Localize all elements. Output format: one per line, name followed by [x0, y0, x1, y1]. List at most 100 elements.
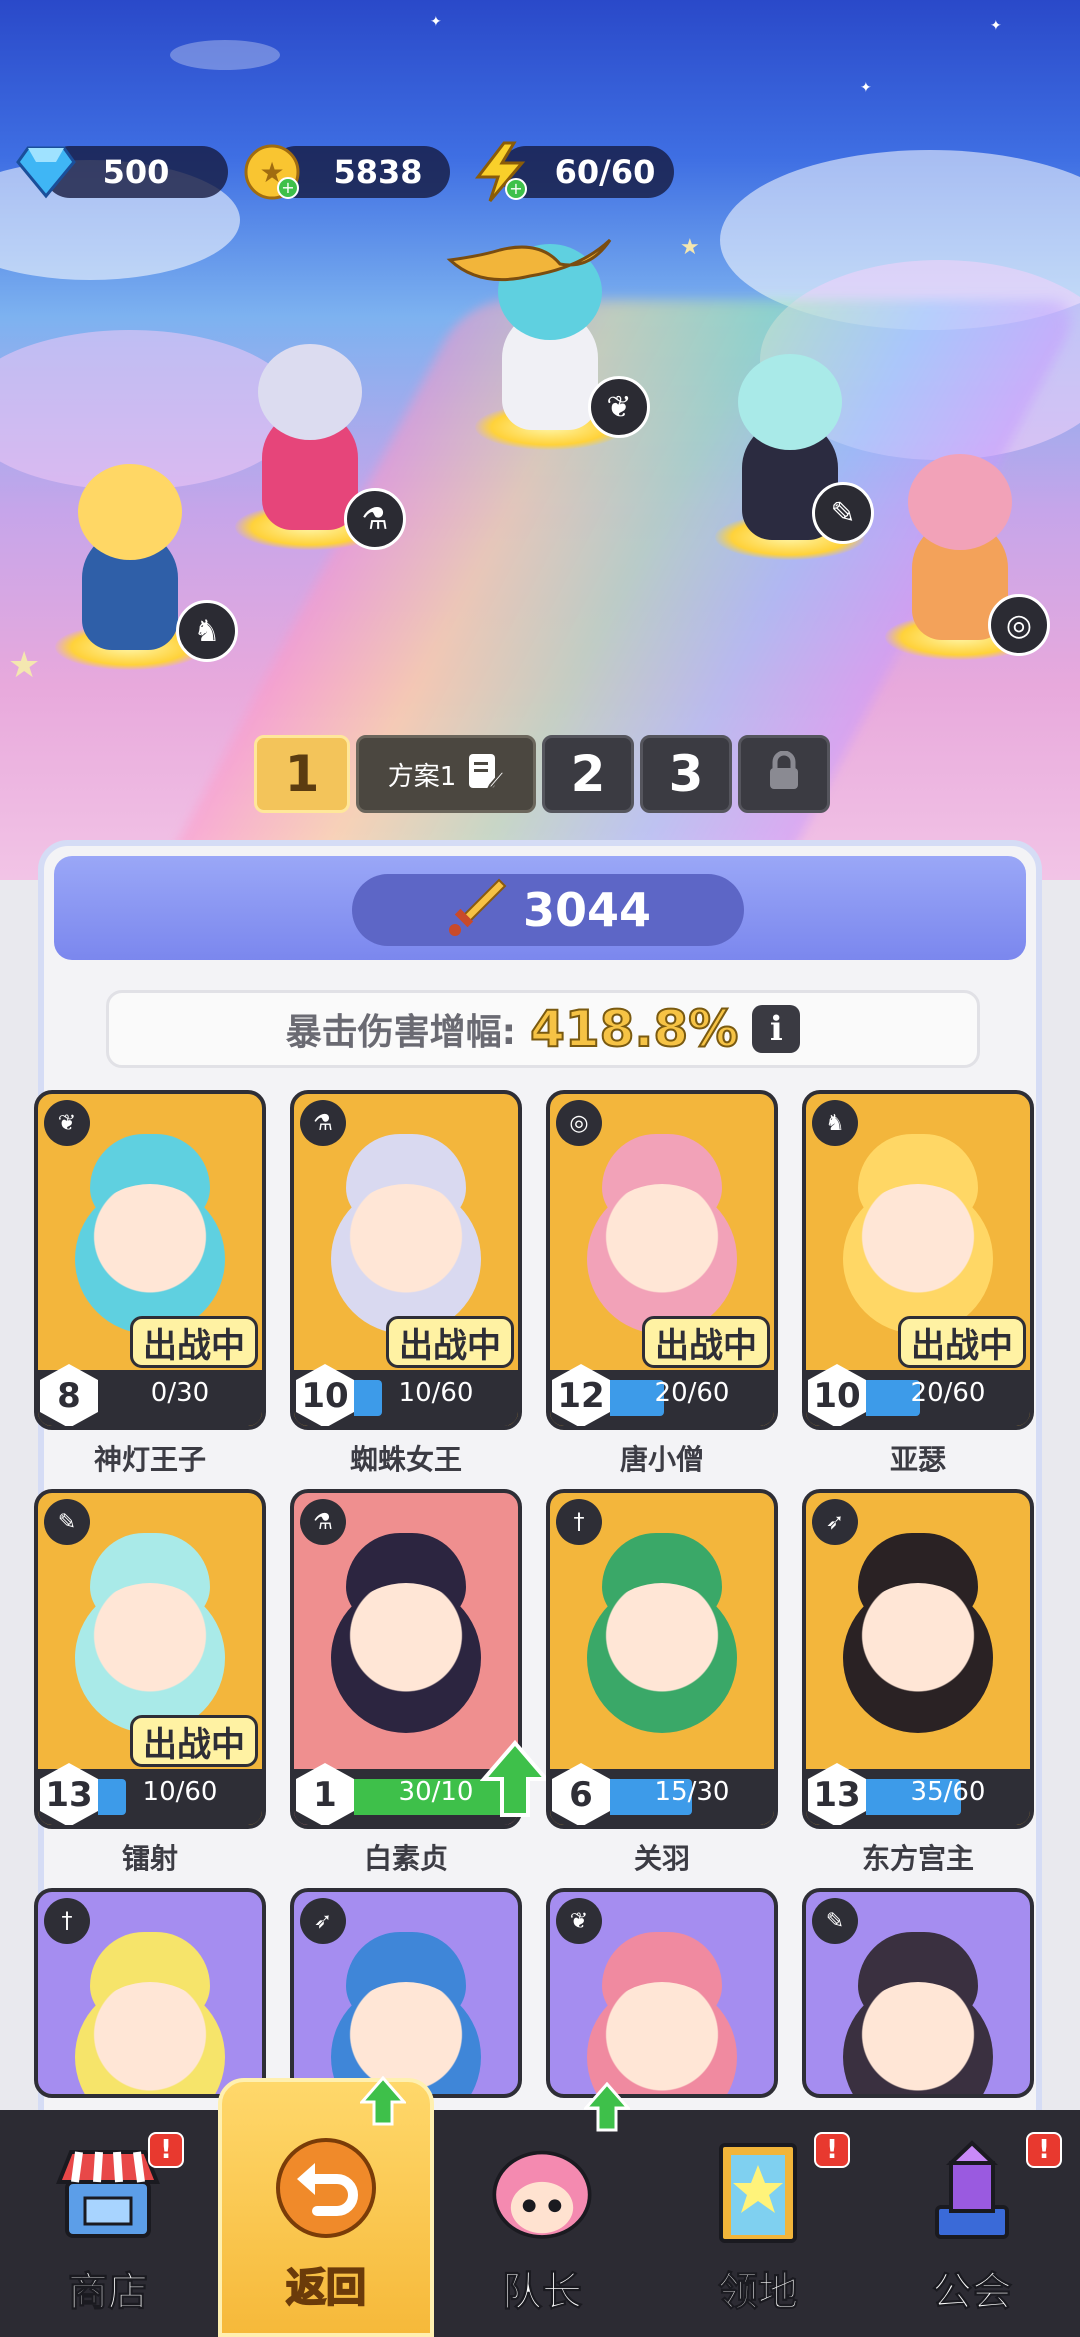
magic-lamp-icon: [440, 230, 620, 290]
gems-value: 500: [102, 153, 170, 191]
sword-icon: [445, 876, 509, 944]
deployed-badge: 出战中: [386, 1316, 514, 1368]
hero-card[interactable]: ✎: [802, 1888, 1034, 2098]
nav-return-label: 返回: [285, 2264, 367, 2312]
hero-name: 蜘蛛女王: [349, 1443, 462, 1476]
hero-portrait: [587, 1583, 737, 1733]
edit-note-icon: [466, 751, 506, 798]
hero-card[interactable]: † 15/30 6: [546, 1489, 778, 1829]
vortex-icon: ◎: [556, 1100, 602, 1146]
level-progress-bar: 35/60 13: [806, 1763, 1030, 1825]
level-progress-bar: 10/60 10: [294, 1364, 518, 1426]
lightning-icon: +: [468, 140, 532, 204]
formation-tabs: 1 方案1 2 3: [254, 735, 830, 813]
deployed-badge: 出战中: [642, 1316, 770, 1368]
hero-card[interactable]: ➶ 35/60 13: [802, 1489, 1034, 1829]
hero-name: 东方宫主: [861, 1842, 974, 1875]
formation-tab-1[interactable]: 1: [254, 735, 350, 813]
nav-territory[interactable]: ! 领地: [650, 2110, 866, 2337]
hero-card[interactable]: ❦: [546, 1888, 778, 2098]
formation-tab-locked[interactable]: [738, 735, 830, 813]
crit-value: 418.8%: [529, 999, 739, 1059]
hero-card[interactable]: ➶: [290, 1888, 522, 2098]
sword-icon: †: [556, 1499, 602, 1545]
star: ★: [680, 235, 700, 260]
nav-territory-label: 领地: [718, 2269, 799, 2316]
nav-captain-label: 队长: [502, 2269, 583, 2316]
svg-text:+: +: [509, 179, 522, 198]
staff-icon: ✎: [812, 1898, 858, 1944]
upgrade-arrow-icon: [358, 2075, 408, 2126]
staff-icon: ✎: [44, 1499, 90, 1545]
upgrade-arrow-icon: [582, 2081, 632, 2132]
hero-name: 亚瑟: [889, 1443, 946, 1476]
shard-progress: 20/60: [910, 1378, 986, 1408]
power-header: 3044: [54, 856, 1026, 960]
nav-captain[interactable]: 队长: [434, 2110, 650, 2337]
svg-text:+: +: [281, 178, 294, 197]
hero-portrait: [331, 1583, 481, 1733]
shard-progress: 20/60: [654, 1378, 730, 1408]
star: ✦: [860, 80, 872, 96]
nav-shop-label: 商店: [68, 2269, 149, 2316]
territory-icon: [703, 2137, 813, 2247]
star: ✦: [990, 18, 1002, 34]
potion-icon: ⚗: [300, 1100, 346, 1146]
bow-icon: ➶: [300, 1898, 346, 1944]
hero-card[interactable]: ♞ 出战中 20/60 10: [802, 1090, 1034, 1430]
captain-icon: [487, 2137, 597, 2247]
nav-shop[interactable]: ! 商店: [0, 2110, 216, 2337]
hero-card[interactable]: ◎ 出战中 20/60 12: [546, 1090, 778, 1430]
wings-icon: ❦: [44, 1100, 90, 1146]
alert-badge: !: [148, 2132, 184, 2168]
nav-guild[interactable]: ! 公会: [864, 2110, 1080, 2337]
hero-portrait: [587, 1184, 737, 1334]
formation-plan-name[interactable]: 方案1: [356, 735, 536, 813]
hero-level: 10: [296, 1364, 354, 1426]
wings-icon: ❦: [588, 376, 650, 438]
deployed-badge: 出战中: [130, 1715, 258, 1767]
info-icon[interactable]: i: [752, 1005, 801, 1053]
hero-name: 镭射: [121, 1842, 178, 1875]
potion-icon: ⚗: [300, 1499, 346, 1545]
guild-icon: [917, 2137, 1027, 2247]
level-progress-bar: 0/30 8: [38, 1364, 262, 1426]
hero-roster-panel: 3044 暴击伤害增幅: 418.8% i ❦ 出战中 0/30 8 神灯王子 ⚗ 出战中 1…: [34, 840, 1042, 2140]
hero-portrait: [843, 1583, 993, 1733]
shard-progress: 15/30: [654, 1777, 730, 1807]
hero-level: 10: [808, 1364, 866, 1426]
nav-guild-label: 公会: [932, 2269, 1013, 2316]
lock-icon: [767, 745, 801, 803]
upgrade-arrow-icon[interactable]: [479, 1739, 551, 1819]
alert-badge: !: [1026, 2132, 1062, 2168]
gem-icon: [14, 140, 78, 204]
formation-tab-3[interactable]: 3: [640, 735, 732, 813]
horned-helmet-icon: ♞: [812, 1100, 858, 1146]
hero-card[interactable]: ✎ 出战中 10/60 13: [34, 1489, 266, 1829]
sword-icon: †: [44, 1898, 90, 1944]
power-value: 3044: [522, 883, 652, 937]
gold-value: 5838: [333, 153, 423, 191]
hero-level: 13: [40, 1763, 98, 1825]
battle-scene: ✦ ✦ ✦ ★ ★ 500 5838 ★ + 60/60 + ♞ ⚗ ❦ ✎ ◎ …: [0, 0, 1080, 880]
hero-portrait: [75, 1583, 225, 1733]
level-progress-bar: 20/60 12: [550, 1364, 774, 1426]
plan-name-label: 方案1: [387, 761, 457, 792]
hero-name: 白素贞: [363, 1842, 448, 1875]
hero-level: 1: [296, 1763, 354, 1825]
hero-card[interactable]: †: [34, 1888, 266, 2098]
hero-portrait: [843, 1184, 993, 1334]
shard-progress: 0/30: [150, 1378, 210, 1408]
star: ✦: [430, 14, 442, 30]
shop-icon: [53, 2137, 163, 2247]
alert-badge: !: [814, 2132, 850, 2168]
hero-card[interactable]: ⚗ 出战中 10/60 10: [290, 1090, 522, 1430]
formation-tab-2[interactable]: 2: [542, 735, 634, 813]
hero-portrait: [331, 1184, 481, 1334]
vortex-icon: ◎: [988, 594, 1050, 656]
hero-card[interactable]: ❦ 出战中 0/30 8: [34, 1090, 266, 1430]
level-progress-bar: 10/60 13: [38, 1763, 262, 1825]
hero-level: 12: [552, 1364, 610, 1426]
shard-progress: 10/60: [142, 1777, 218, 1807]
crit-label: 暴击伤害增幅:: [285, 1012, 517, 1053]
